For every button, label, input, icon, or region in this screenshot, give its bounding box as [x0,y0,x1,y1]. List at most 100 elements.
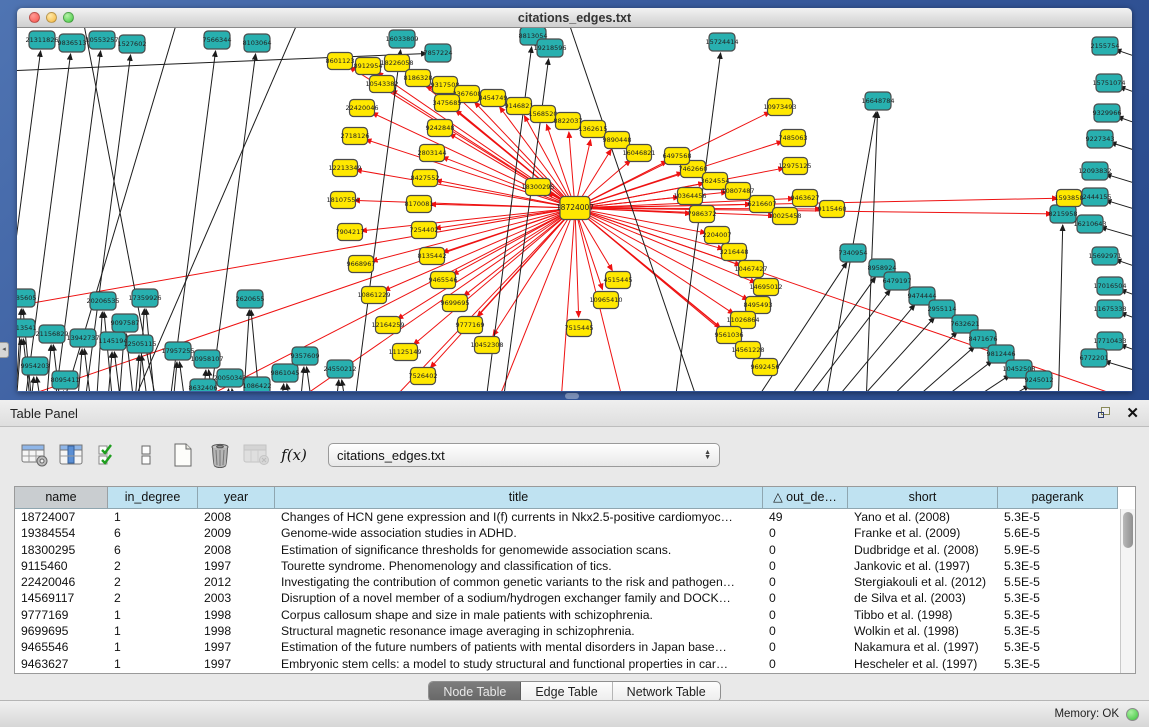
graph-node[interactable]: 11675338 [1093,300,1126,318]
graph-node[interactable]: 2155754 [1091,37,1120,55]
scrollbar-thumb[interactable] [1123,512,1133,548]
graph-node[interactable]: 15692971 [1088,247,1121,265]
zoom-window-icon[interactable] [63,12,74,23]
graph-node[interactable]: 4515445 [604,272,633,289]
graph-node[interactable]: 2620655 [236,290,265,308]
graph-node[interactable]: 12213349 [328,160,361,177]
graph-node[interactable]: 21156829 [35,325,68,343]
table-select[interactable]: citations_edges.txt ▲▼ [328,443,720,467]
graph-node[interactable]: 24550212 [323,360,356,378]
graph-node[interactable]: 7566344 [203,31,232,49]
graph-node[interactable]: 10807487 [721,183,754,200]
network-window-titlebar[interactable]: citations_edges.txt [17,8,1132,28]
graph-node[interactable]: 10553257 [85,31,118,49]
graph-node[interactable]: 9861045 [271,364,300,382]
graph-node[interactable]: 18300295 [521,179,554,196]
graph-node[interactable]: 9329966 [1093,104,1122,122]
graph-node[interactable]: 10025458 [768,208,801,225]
graph-node[interactable]: 7857224 [424,44,453,62]
close-window-icon[interactable] [29,12,40,23]
graph-node[interactable]: 9463627 [791,190,820,207]
graph-node[interactable]: 16648784 [861,92,894,110]
column-header-in_degree[interactable]: in_degree [108,487,198,509]
graph-node[interactable]: 16033809 [385,30,418,48]
graph-node[interactable]: 14695012 [749,279,782,296]
graph-node[interactable]: 3216448 [720,244,749,261]
graph-node[interactable]: 8912954 [354,58,383,75]
graph-node[interactable]: 8454749 [479,90,508,107]
column-header-short[interactable]: short [848,487,998,509]
graph-node[interactable]: 13942737 [66,329,99,347]
graph-node[interactable]: 20206535 [86,292,119,310]
graph-node[interactable]: 1985605 [17,289,36,307]
graph-node[interactable]: 12164259 [371,317,404,334]
table-row[interactable]: 911546021997Tourette syndrome. Phenomeno… [15,558,1135,574]
graph-node[interactable]: 12975125 [778,158,811,175]
tab-edge-table[interactable]: Edge Table [521,682,612,701]
table-row[interactable]: 946362711997Embryonic stem cells: a mode… [15,656,1135,672]
graph-node[interactable]: 6479197 [883,272,912,290]
graph-node[interactable]: 9357609 [291,347,320,365]
graph-node[interactable]: 11125149 [388,344,421,361]
graph-node[interactable]: 18107554 [326,192,359,209]
graph-node[interactable]: 12093832 [1078,162,1111,180]
graph-node[interactable]: 15751074 [1092,74,1125,92]
splitter-grip-icon[interactable] [565,393,579,399]
graph-node[interactable]: 9115460 [818,201,847,218]
graph-node[interactable]: 9242848 [426,120,455,137]
graph-node[interactable]: 3475685 [433,95,462,112]
table-scrollbar[interactable] [1120,509,1135,673]
table-row[interactable]: 1872400712008Changes of HCN gene express… [15,509,1135,525]
graph-node[interactable]: 8103064 [243,34,272,52]
graph-node[interactable]: 9097587 [111,314,140,332]
table-row[interactable]: 969969511998Structural magnetic resonanc… [15,623,1135,639]
graph-node[interactable]: 6216607 [748,196,777,213]
table-row[interactable]: 2242004622012Investigating the contribut… [15,574,1135,590]
graph-node[interactable]: 9227343 [1086,130,1115,148]
graph-node[interactable]: 2803144 [418,145,447,162]
graph-node[interactable]: 14561228 [731,342,764,359]
graph-node[interactable]: 10958107 [190,350,223,368]
function-builder-icon[interactable]: f(x) [277,439,311,471]
graph-node[interactable]: 12505115 [123,335,156,353]
graph-node[interactable]: 10452308 [470,337,503,354]
table-row[interactable]: 1830029562008Estimation of significance … [15,542,1135,558]
graph-node[interactable]: 6772201 [1080,349,1109,367]
graph-node[interactable]: 8427552 [411,170,440,187]
graph-node[interactable]: 2718126 [341,128,370,145]
graph-node[interactable]: 7986372 [688,206,717,223]
graph-node[interactable]: 9692456 [751,359,780,376]
delete-table-icon[interactable] [240,439,274,471]
graph-node[interactable]: 9245012 [1025,371,1054,389]
close-panel-icon[interactable]: ✕ [1126,406,1139,421]
graph-node[interactable]: 7526402 [409,368,438,385]
new-file-icon[interactable] [166,439,200,471]
tab-network-table[interactable]: Network Table [613,682,720,701]
graph-node[interactable]: 2955114 [928,300,957,318]
graph-node[interactable]: 22420046 [345,100,378,117]
table-row[interactable]: 1938455462009Genome-wide association stu… [15,525,1135,541]
graph-node[interactable]: 1593858 [1055,190,1084,207]
graph-node[interactable]: 7485063 [779,130,808,147]
show-columns-icon[interactable] [55,439,89,471]
graph-node[interactable]: 3913541 [17,319,36,337]
graph-node[interactable]: 17359926 [128,289,161,307]
network-canvas[interactable]: 2131182698365131055325715276027566344810… [17,28,1132,391]
graph-node[interactable]: 17016504 [1093,277,1126,295]
graph-node[interactable]: 9954203 [21,357,50,375]
graph-node[interactable]: 9777169 [456,317,485,334]
minimize-window-icon[interactable] [46,12,57,23]
graph-node[interactable]: 17710433 [1093,332,1126,350]
graph-node[interactable]: 10965410 [589,292,622,309]
graph-node[interactable]: 10467427 [734,261,767,278]
graph-node[interactable]: 21311826 [25,31,58,49]
graph-node[interactable]: 10364456 [673,188,706,205]
graph-node[interactable]: 9668967 [347,256,376,273]
graph-node[interactable]: 7254402 [410,222,439,239]
graph-node[interactable]: 8135442 [418,248,447,265]
graph-node[interactable]: 2204007 [703,227,732,244]
float-panel-icon[interactable] [1098,407,1112,420]
graph-node[interactable]: 10543382 [365,76,398,93]
column-header-pagerank[interactable]: pagerank [998,487,1118,509]
graph-node[interactable]: 7515445 [565,320,594,337]
